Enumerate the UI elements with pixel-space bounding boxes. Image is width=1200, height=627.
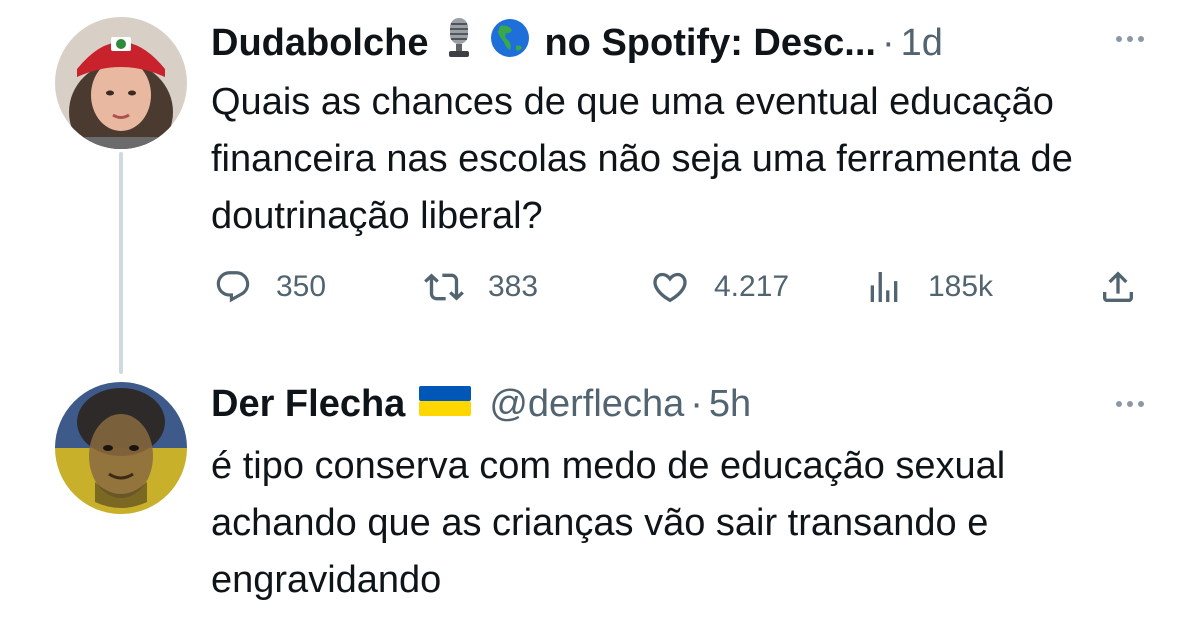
tweet-timestamp[interactable]: 1d bbox=[901, 21, 943, 65]
tweet-header: Der Flecha @derflecha · 5h bbox=[211, 382, 751, 426]
ukraine-flag-icon bbox=[419, 382, 472, 426]
tweet-timestamp[interactable]: 5h bbox=[709, 382, 751, 426]
reply-icon bbox=[216, 271, 250, 303]
tweet-original[interactable]: Dudabolche no Spotify: Desc... · 1d Quai… bbox=[0, 0, 1200, 330]
views-count: 185k bbox=[928, 270, 994, 303]
avatar-image bbox=[55, 382, 187, 514]
retweet-icon bbox=[424, 273, 464, 301]
like-count: 4.217 bbox=[714, 270, 790, 303]
more-options-icon[interactable] bbox=[1116, 36, 1144, 42]
microphone-icon bbox=[442, 18, 476, 68]
like-button[interactable]: 4.217 bbox=[650, 262, 789, 312]
separator-dot: · bbox=[690, 383, 703, 425]
avatar-dudabolche[interactable] bbox=[55, 17, 187, 149]
display-name[interactable]: Dudabolche bbox=[211, 21, 428, 65]
reply-button[interactable]: 350 bbox=[214, 262, 326, 312]
share-button[interactable] bbox=[1098, 262, 1138, 312]
share-icon bbox=[1103, 271, 1133, 302]
avatar-image bbox=[55, 17, 187, 149]
avatar-derflecha[interactable] bbox=[55, 382, 187, 514]
separator-dot: · bbox=[881, 22, 895, 64]
retweet-count: 383 bbox=[488, 270, 539, 303]
views-chart-icon bbox=[870, 272, 898, 302]
tweet-actions: 350 383 4.217 185k bbox=[0, 262, 1200, 312]
tweet-text: Quais as chances de que uma eventual edu… bbox=[211, 81, 1073, 237]
tweet-header: Dudabolche no Spotify: Desc... · 1d bbox=[211, 18, 943, 68]
tweet-text: é tipo conserva com medo de educação sex… bbox=[211, 445, 1006, 601]
more-options-icon[interactable] bbox=[1116, 401, 1144, 407]
heart-icon bbox=[653, 272, 687, 303]
display-name-suffix[interactable]: no Spotify: Desc... bbox=[544, 21, 875, 65]
views-button[interactable]: 185k bbox=[864, 262, 993, 312]
reply-count: 350 bbox=[276, 270, 327, 303]
tweet-reply[interactable]: Der Flecha @derflecha · 5h é tipo conser… bbox=[0, 370, 1200, 627]
retweet-button[interactable]: 383 bbox=[424, 262, 538, 312]
display-name[interactable]: Der Flecha bbox=[211, 382, 405, 426]
globe-americas-icon bbox=[490, 18, 530, 68]
user-handle[interactable]: @derflecha bbox=[489, 382, 684, 426]
